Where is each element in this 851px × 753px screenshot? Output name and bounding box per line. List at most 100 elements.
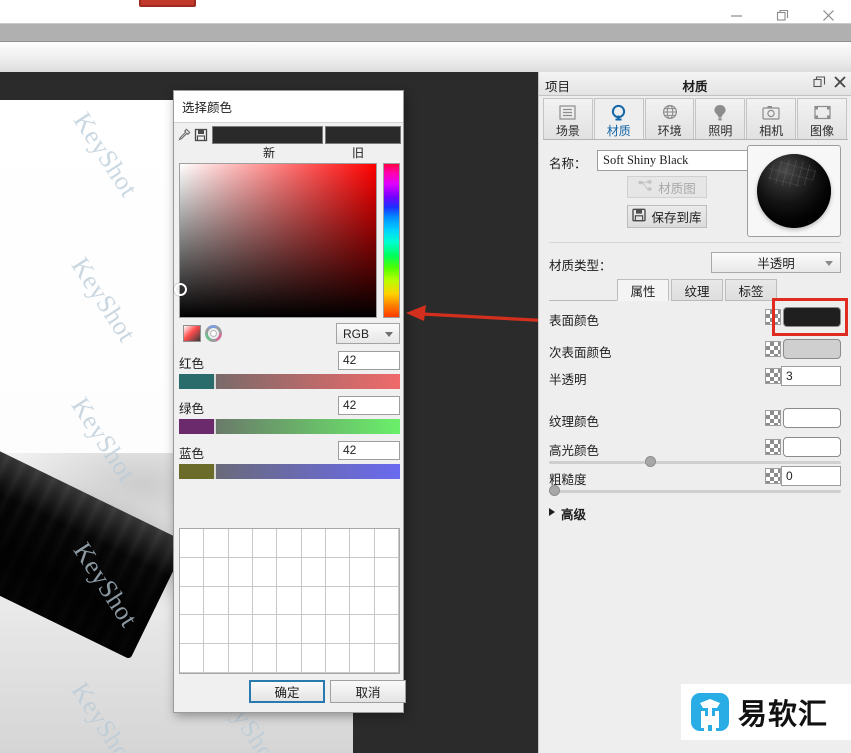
color-swatch-cell[interactable] bbox=[326, 529, 351, 558]
surface-color-swatch[interactable] bbox=[783, 307, 841, 327]
channel-blue[interactable]: 蓝色 42 bbox=[179, 441, 400, 487]
texture-map-checker-icon[interactable] bbox=[765, 368, 781, 384]
color-swatch-cell[interactable] bbox=[228, 557, 253, 587]
channel-red[interactable]: 红色 42 bbox=[179, 351, 400, 397]
color-swatch-cell[interactable] bbox=[326, 586, 351, 616]
tab-camera[interactable]: 相机 bbox=[746, 98, 797, 140]
texture-map-checker-icon[interactable] bbox=[765, 410, 781, 426]
color-swatch-cell[interactable] bbox=[277, 586, 302, 616]
subsurface-color-swatch[interactable] bbox=[783, 339, 841, 359]
saturation-value-field[interactable] bbox=[174, 163, 377, 318]
color-swatch-cell[interactable] bbox=[326, 644, 351, 673]
color-swatch-cell[interactable] bbox=[204, 557, 229, 587]
color-swatch-cell[interactable] bbox=[253, 529, 278, 558]
roughness-slider[interactable] bbox=[549, 485, 841, 497]
specular-color-swatch[interactable] bbox=[783, 437, 841, 457]
color-swatch-cell[interactable] bbox=[180, 615, 205, 645]
color-swatch-cell[interactable] bbox=[350, 615, 375, 645]
color-swatch-cell[interactable] bbox=[374, 557, 399, 587]
ok-button[interactable]: 确定 bbox=[249, 680, 325, 703]
color-swatch-cell[interactable] bbox=[253, 615, 278, 645]
gradient-icon[interactable] bbox=[183, 325, 201, 342]
channel-green-input[interactable]: 42 bbox=[338, 396, 400, 415]
color-swatch-cell[interactable] bbox=[350, 644, 375, 673]
color-swatch-cell[interactable] bbox=[301, 557, 326, 587]
channel-red-input[interactable]: 42 bbox=[338, 351, 400, 370]
color-swatch-cell[interactable] bbox=[374, 644, 399, 673]
chevron-right-icon[interactable] bbox=[549, 508, 555, 516]
texture-map-checker-icon[interactable] bbox=[765, 341, 781, 357]
cancel-button[interactable]: 取消 bbox=[330, 680, 406, 703]
channel-blue-slider[interactable] bbox=[179, 464, 400, 479]
color-swatch-cell[interactable] bbox=[180, 586, 205, 616]
color-swatch-cell[interactable] bbox=[180, 644, 205, 673]
color-swatch-cell[interactable] bbox=[204, 615, 229, 645]
color-swatch-cell[interactable] bbox=[253, 644, 278, 673]
color-swatch-cell[interactable] bbox=[180, 557, 205, 587]
tab-environment[interactable]: 环境 bbox=[644, 98, 695, 140]
tab-image[interactable]: 图像 bbox=[797, 98, 847, 140]
material-type-select[interactable]: 半透明 bbox=[711, 252, 841, 273]
roughness-slider-knob[interactable] bbox=[549, 485, 560, 496]
subtab-properties[interactable]: 属性 bbox=[617, 279, 669, 301]
color-swatch-cell[interactable] bbox=[277, 529, 302, 558]
subtab-textures[interactable]: 纹理 bbox=[671, 279, 723, 301]
channel-blue-input[interactable]: 42 bbox=[338, 441, 400, 460]
channel-green[interactable]: 绿色 42 bbox=[179, 396, 400, 442]
color-swatch-cell[interactable] bbox=[204, 644, 229, 673]
color-picker-dialog[interactable]: 选择颜色 新 旧 RGB 红色 42 绿色 42 蓝色 42 确定 取消 bbox=[173, 90, 406, 713]
color-swatch-cell[interactable] bbox=[204, 586, 229, 616]
color-swatch-cell[interactable] bbox=[301, 586, 326, 616]
material-graph-button[interactable]: 材质图 bbox=[627, 176, 707, 198]
channel-green-slider[interactable] bbox=[179, 419, 400, 434]
color-swatch-cell[interactable] bbox=[326, 557, 351, 587]
color-swatch-cell[interactable] bbox=[277, 615, 302, 645]
color-swatch-cell[interactable] bbox=[350, 586, 375, 616]
color-swatch-cell[interactable] bbox=[204, 529, 229, 558]
color-mode-select[interactable]: RGB bbox=[336, 323, 400, 344]
color-swatch-cell[interactable] bbox=[228, 644, 253, 673]
panel-close-icon[interactable] bbox=[834, 76, 846, 91]
color-swatch-cell[interactable] bbox=[301, 644, 326, 673]
color-swatch-cell[interactable] bbox=[326, 615, 351, 645]
color-swatch-cell[interactable] bbox=[277, 557, 302, 587]
roughness-input[interactable]: 0 bbox=[781, 466, 841, 486]
texture-map-checker-icon[interactable] bbox=[765, 309, 781, 325]
eyedropper-icon[interactable] bbox=[176, 125, 193, 145]
channel-red-slider[interactable] bbox=[179, 374, 400, 389]
color-swatch-cell[interactable] bbox=[228, 586, 253, 616]
save-icon[interactable] bbox=[193, 125, 210, 145]
texture-color-swatch[interactable] bbox=[783, 408, 841, 428]
translucency-input[interactable]: 3 bbox=[781, 366, 841, 386]
color-swatch-grid[interactable] bbox=[179, 528, 400, 674]
color-swatch-cell[interactable] bbox=[374, 529, 399, 558]
color-swatch-cell[interactable] bbox=[301, 615, 326, 645]
channel-blue-marker[interactable] bbox=[214, 464, 216, 479]
texture-map-checker-icon[interactable] bbox=[765, 439, 781, 455]
panel-restore-icon[interactable] bbox=[813, 76, 826, 91]
tab-scene[interactable]: 场景 bbox=[543, 98, 593, 140]
channel-green-marker[interactable] bbox=[214, 419, 216, 434]
advanced-section-label[interactable]: 高级 bbox=[561, 504, 586, 523]
subtab-labels[interactable]: 标签 bbox=[725, 279, 777, 301]
material-name-input[interactable]: Soft Shiny Black bbox=[597, 150, 749, 171]
project-panel[interactable]: 项目 材质 场景 材质 环境 照明 相机 图像 名称： Soft Shiny B… bbox=[538, 72, 851, 753]
channel-red-marker[interactable] bbox=[214, 374, 216, 389]
color-swatch-cell[interactable] bbox=[301, 529, 326, 558]
material-preview[interactable] bbox=[747, 145, 841, 237]
texture-map-checker-icon[interactable] bbox=[765, 468, 781, 484]
color-swatch-cell[interactable] bbox=[374, 586, 399, 616]
color-swatch-cell[interactable] bbox=[180, 529, 205, 558]
hue-slider-strip[interactable] bbox=[383, 163, 400, 318]
color-swatch-cell[interactable] bbox=[350, 529, 375, 558]
color-wheel-icon[interactable] bbox=[205, 325, 223, 342]
color-swatch-cell[interactable] bbox=[253, 586, 278, 616]
color-swatch-cell[interactable] bbox=[350, 557, 375, 587]
color-swatch-cell[interactable] bbox=[228, 615, 253, 645]
color-swatch-cell[interactable] bbox=[277, 644, 302, 673]
color-swatch-cell[interactable] bbox=[253, 557, 278, 587]
color-swatch-cell[interactable] bbox=[374, 615, 399, 645]
sv-cursor[interactable] bbox=[174, 283, 187, 296]
tab-lighting[interactable]: 照明 bbox=[695, 98, 746, 140]
save-to-library-button[interactable]: 保存到库 bbox=[627, 205, 707, 228]
